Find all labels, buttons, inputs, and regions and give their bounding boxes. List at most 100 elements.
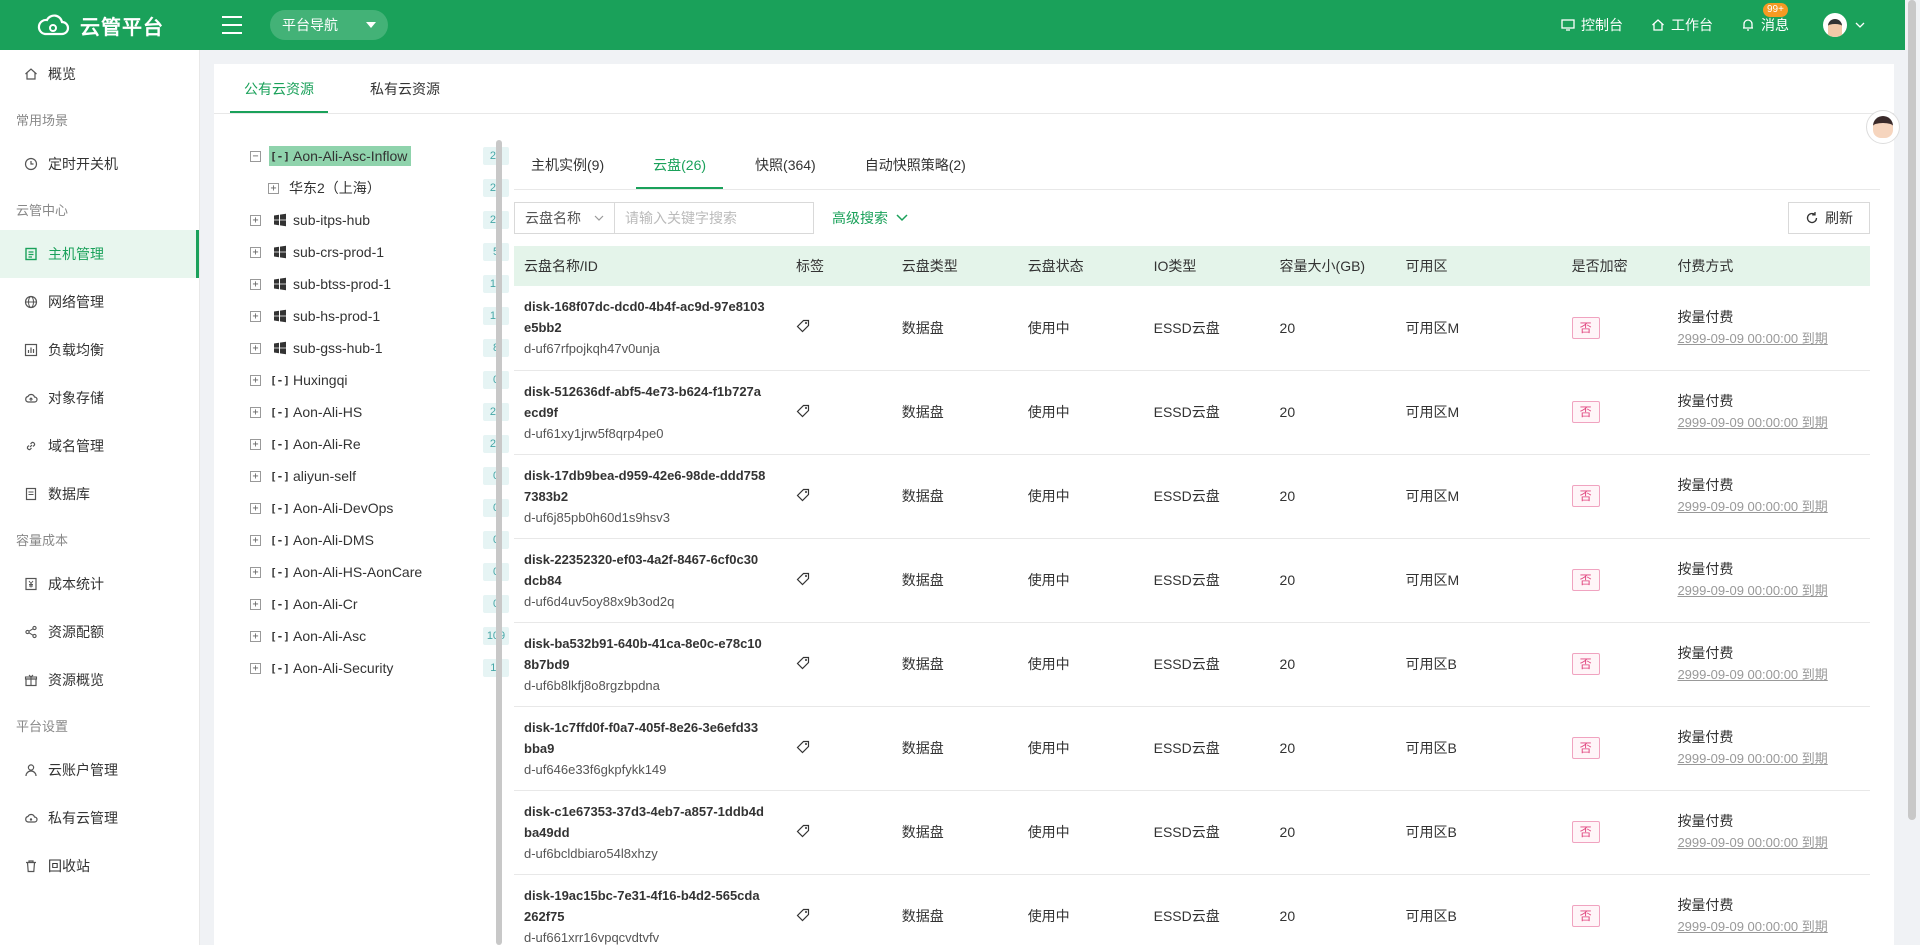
sidebar-item-network[interactable]: 网络管理 <box>0 278 199 326</box>
tree-node[interactable]: +sub-hs-prod-110 <box>234 300 509 332</box>
tree-node[interactable]: +[-]aliyun-self0 <box>234 460 509 492</box>
tab-snapshots[interactable]: 快照(364) <box>738 140 833 189</box>
tree-node[interactable]: +[-]Aon-Ali-HS-AonCare0 <box>234 556 509 588</box>
collapse-icon[interactable]: − <box>250 150 261 162</box>
advanced-search-button[interactable]: 高级搜索 <box>832 208 908 228</box>
tag-icon[interactable] <box>796 488 810 502</box>
tree-node[interactable]: +[-]Aon-Ali-Asc109 <box>234 620 509 652</box>
sidebar-item-resource-alloc[interactable]: 资源配额 <box>0 608 199 656</box>
expand-icon[interactable]: + <box>268 182 279 194</box>
disk-name[interactable]: disk-19ac15bc-7e31-4f16-b4d2-565cda262f7… <box>524 885 786 927</box>
sidebar-item-lb[interactable]: 负载均衡 <box>0 326 199 374</box>
sidebar-item-timer[interactable]: 定时开关机 <box>0 140 199 188</box>
tree-node[interactable]: +华东2（上海）26 <box>234 172 509 204</box>
sidebar-item-recycle[interactable]: 回收站 <box>0 842 199 890</box>
tag-icon[interactable] <box>796 319 810 333</box>
tab-private-cloud[interactable]: 私有云资源 <box>356 64 454 113</box>
tree-node[interactable]: +sub-itps-hub27 <box>234 204 509 236</box>
expand-icon[interactable]: + <box>250 534 261 546</box>
workbench-link[interactable]: 工作台 <box>1651 15 1713 35</box>
disk-name[interactable]: disk-512636df-abf5-4e73-b624-f1b727aecd9… <box>524 381 786 423</box>
tab-public-cloud[interactable]: 公有云资源 <box>230 64 328 113</box>
tree-node[interactable]: +sub-btss-prod-112 <box>234 268 509 300</box>
expand-icon[interactable]: + <box>250 374 261 386</box>
sidebar-item-db[interactable]: 数据库 <box>0 470 199 518</box>
table-row[interactable]: disk-512636df-abf5-4e73-b624-f1b727aecd9… <box>514 370 1870 455</box>
disk-name[interactable]: disk-17db9bea-d959-42e6-98de-ddd7587383b… <box>524 465 786 507</box>
expand-icon[interactable]: + <box>250 406 261 418</box>
user-menu[interactable] <box>1823 13 1865 37</box>
menu-toggle-icon[interactable] <box>222 16 242 34</box>
sidebar-item-private-cloud[interactable]: 私有云管理 <box>0 794 199 842</box>
tree-node[interactable]: +[-]Aon-Ali-Re20 <box>234 428 509 460</box>
tree-node[interactable]: +[-]Aon-Ali-DMS0 <box>234 524 509 556</box>
expiry-link[interactable]: 2999-09-09 00:00:00 到期 <box>1677 328 1870 349</box>
sidebar-item-cost-stats[interactable]: 成本统计 <box>0 560 199 608</box>
app-logo[interactable]: 云管平台 <box>0 11 200 40</box>
search-input[interactable] <box>625 210 806 226</box>
expand-icon[interactable]: + <box>250 566 261 578</box>
tree-node[interactable]: +[-]Aon-Ali-Cr0 <box>234 588 509 620</box>
expiry-link[interactable]: 2999-09-09 00:00:00 到期 <box>1677 580 1870 601</box>
table-row[interactable]: disk-ba532b91-640b-41ca-8e0c-e78c108b7bd… <box>514 622 1870 707</box>
disk-name[interactable]: disk-168f07dc-dcd0-4b4f-ac9d-97e8103e5bb… <box>524 296 786 338</box>
tree-node[interactable]: +[-]Aon-Ali-Security11 <box>234 652 509 684</box>
tab-auto-snapshot-policy[interactable]: 自动快照策略(2) <box>848 140 983 189</box>
tree-node[interactable]: +sub-gss-hub-18 <box>234 332 509 364</box>
tag-icon[interactable] <box>796 404 810 418</box>
table-row[interactable]: disk-1c7ffd0f-f0a7-405f-8e26-3e6efd33bba… <box>514 706 1870 791</box>
sidebar-item-resource-overview[interactable]: 资源概览 <box>0 656 199 704</box>
tab-disks[interactable]: 云盘(26) <box>636 140 724 189</box>
sidebar-item-domain[interactable]: 域名管理 <box>0 422 199 470</box>
page-scrollbar[interactable] <box>1908 0 1916 820</box>
expiry-link[interactable]: 2999-09-09 00:00:00 到期 <box>1677 748 1870 769</box>
sidebar-item-overview[interactable]: 概览 <box>0 50 199 98</box>
expiry-link[interactable]: 2999-09-09 00:00:00 到期 <box>1677 496 1870 517</box>
search-field-select[interactable]: 云盘名称 <box>514 202 614 234</box>
tag-icon[interactable] <box>796 740 810 754</box>
tag-icon[interactable] <box>796 572 810 586</box>
table-row[interactable]: disk-19ac15bc-7e31-4f16-b4d2-565cda262f7… <box>514 874 1870 945</box>
messages-link[interactable]: 消息 99+ <box>1741 3 1789 35</box>
assistant-avatar[interactable] <box>1866 110 1900 144</box>
expand-icon[interactable]: + <box>250 278 261 290</box>
expiry-link[interactable]: 2999-09-09 00:00:00 到期 <box>1677 412 1870 433</box>
table-row[interactable]: disk-17db9bea-d959-42e6-98de-ddd7587383b… <box>514 454 1870 539</box>
disk-name[interactable]: disk-1c7ffd0f-f0a7-405f-8e26-3e6efd33bba… <box>524 717 786 759</box>
expand-icon[interactable]: + <box>250 310 261 322</box>
expand-icon[interactable]: + <box>250 502 261 514</box>
tab-instances[interactable]: 主机实例(9) <box>514 140 621 189</box>
disk-name[interactable]: disk-ba532b91-640b-41ca-8e0c-e78c108b7bd… <box>524 633 786 675</box>
expand-icon[interactable]: + <box>250 598 261 610</box>
tree-node[interactable]: +sub-crs-prod-15 <box>234 236 509 268</box>
expiry-link[interactable]: 2999-09-09 00:00:00 到期 <box>1677 664 1870 685</box>
table-row[interactable]: disk-168f07dc-dcd0-4b4f-ac9d-97e8103e5bb… <box>514 286 1870 371</box>
expiry-link[interactable]: 2999-09-09 00:00:00 到期 <box>1677 832 1870 853</box>
expand-icon[interactable]: + <box>250 438 261 450</box>
sidebar-item-oss[interactable]: 对象存储 <box>0 374 199 422</box>
expand-icon[interactable]: + <box>250 630 261 642</box>
disk-name[interactable]: disk-22352320-ef03-4a2f-8467-6cf0c30dcb8… <box>524 549 786 591</box>
platform-nav-select[interactable]: 平台导航 <box>270 10 388 40</box>
expand-icon[interactable]: + <box>250 342 261 354</box>
tag-icon[interactable] <box>796 908 810 922</box>
sidebar-item-cloud-account[interactable]: 云账户管理 <box>0 746 199 794</box>
console-link[interactable]: 控制台 <box>1561 15 1623 35</box>
tag-icon[interactable] <box>796 656 810 670</box>
tree-scrollbar[interactable] <box>496 140 502 945</box>
table-row[interactable]: disk-22352320-ef03-4a2f-8467-6cf0c30dcb8… <box>514 538 1870 623</box>
tree-node[interactable]: +[-]Aon-Ali-HS21 <box>234 396 509 428</box>
expand-icon[interactable]: + <box>250 470 261 482</box>
tree-node[interactable]: +[-]Aon-Ali-DevOps0 <box>234 492 509 524</box>
expand-icon[interactable]: + <box>250 214 261 226</box>
expiry-link[interactable]: 2999-09-09 00:00:00 到期 <box>1677 916 1870 937</box>
expand-icon[interactable]: + <box>250 246 261 258</box>
tag-icon[interactable] <box>796 824 810 838</box>
refresh-button[interactable]: 刷新 <box>1788 202 1870 234</box>
disk-name[interactable]: disk-c1e67353-37d3-4eb7-a857-1ddb4dba49d… <box>524 801 786 843</box>
tree-node[interactable]: +[-]Huxingqi0 <box>234 364 509 396</box>
table-row[interactable]: disk-c1e67353-37d3-4eb7-a857-1ddb4dba49d… <box>514 790 1870 875</box>
expand-icon[interactable]: + <box>250 662 261 674</box>
sidebar-item-host[interactable]: 主机管理 <box>0 230 199 278</box>
tree-node[interactable]: −[-]Aon-Ali-Asc-Inflow26 <box>234 140 509 172</box>
